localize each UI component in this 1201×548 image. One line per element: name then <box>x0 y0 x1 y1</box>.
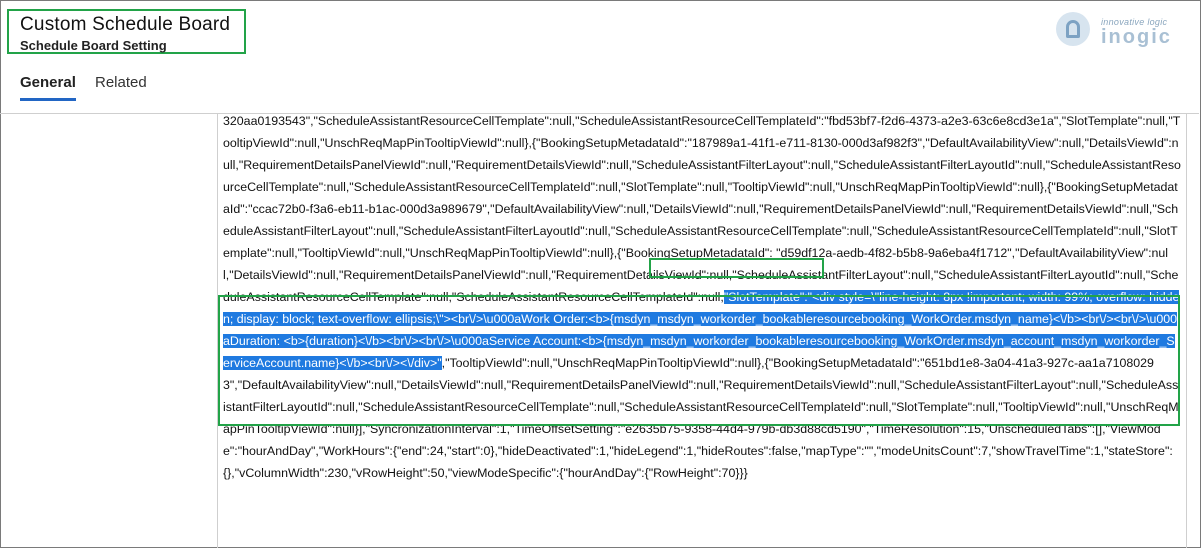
header-highlight-box: Custom Schedule Board Schedule Board Set… <box>7 9 246 54</box>
inogic-logo-icon <box>1056 12 1090 46</box>
logo-name: inogic <box>1101 26 1172 48</box>
tab-related[interactable]: Related <box>95 74 147 91</box>
booking-setup-key-highlight <box>649 258 824 278</box>
page-subtitle: Schedule Board Setting <box>20 38 167 53</box>
tab-general[interactable]: General <box>20 74 76 101</box>
inogic-logo: innovative logic inogic <box>1056 12 1186 48</box>
page-title: Custom Schedule Board <box>20 14 231 35</box>
slot-template-highlight <box>218 295 1180 426</box>
json-text-part: 320aa0193543","ScheduleAssistantResource… <box>223 114 1181 260</box>
